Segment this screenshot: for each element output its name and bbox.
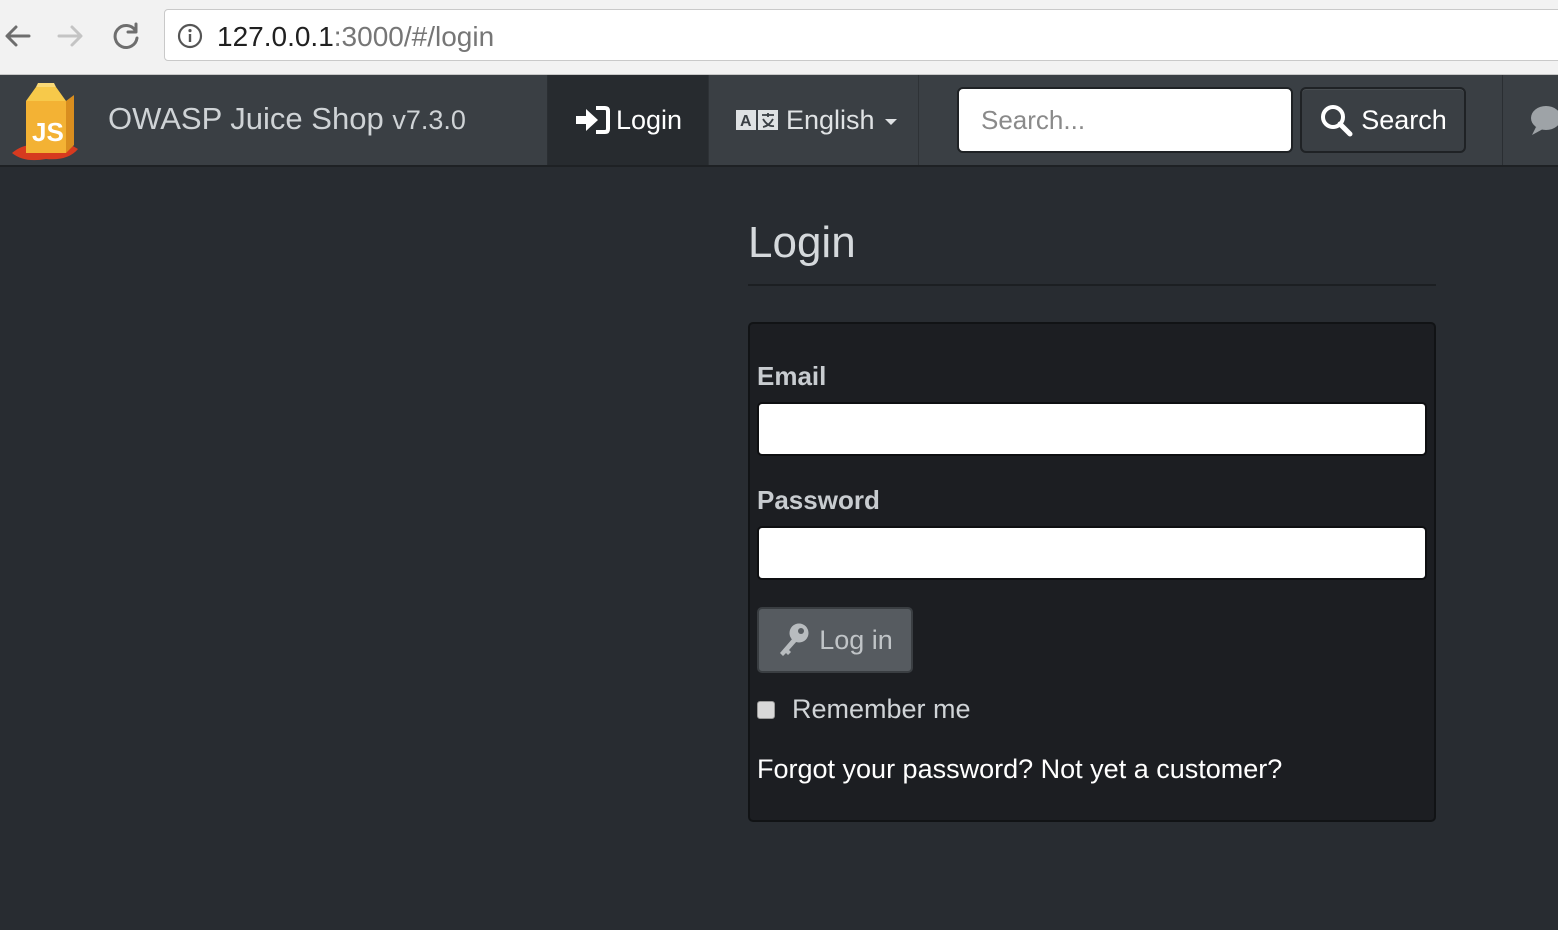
forward-arrow-icon[interactable] xyxy=(52,18,88,54)
language-label: English xyxy=(786,104,875,135)
app-navbar: JS OWASP Juice Shop v7.3.0 Login A Engli… xyxy=(0,75,1558,167)
search-icon xyxy=(1319,103,1353,137)
url-text: 127.0.0.1:3000/#/login xyxy=(217,21,494,53)
chat-icon[interactable] xyxy=(1530,105,1558,140)
page-title: Login xyxy=(748,218,856,267)
login-button-label: Log in xyxy=(819,624,893,655)
account-links: Forgot your password? Not yet a customer… xyxy=(757,754,1282,785)
nav-login-label: Login xyxy=(615,104,683,135)
forgot-password-link[interactable]: Forgot your password? xyxy=(757,754,1033,784)
brand-version: v7.3.0 xyxy=(392,105,466,135)
search-input[interactable] xyxy=(957,87,1293,153)
svg-text:JS: JS xyxy=(32,117,64,147)
sign-in-icon xyxy=(574,105,610,135)
brand-name: OWASP Juice Shop xyxy=(108,101,384,136)
password-field[interactable] xyxy=(757,526,1427,580)
address-bar[interactable]: 127.0.0.1:3000/#/login xyxy=(164,9,1558,61)
url-path: :3000/#/login xyxy=(333,21,495,52)
login-form-panel: Email Password Log in Remember me Forgot… xyxy=(748,322,1436,822)
caret-down-icon xyxy=(884,119,897,125)
email-label: Email xyxy=(757,361,827,391)
svg-text:A: A xyxy=(740,113,752,130)
brand-title[interactable]: OWASP Juice Shop v7.3.0 xyxy=(108,101,466,137)
back-arrow-icon[interactable] xyxy=(0,18,36,54)
info-icon[interactable] xyxy=(177,23,203,54)
password-label: Password xyxy=(757,485,880,515)
remember-me-label[interactable]: Remember me xyxy=(792,694,971,725)
remember-me-checkbox[interactable] xyxy=(757,700,775,719)
reload-icon[interactable] xyxy=(108,18,144,54)
nav-divider xyxy=(1502,75,1503,165)
nav-login-link[interactable]: Login xyxy=(547,75,708,165)
login-button[interactable]: Log in xyxy=(757,607,913,673)
title-divider xyxy=(748,284,1436,286)
search-button[interactable]: Search xyxy=(1300,87,1466,153)
url-host: 127.0.0.1 xyxy=(217,21,334,52)
register-link[interactable]: Not yet a customer? xyxy=(1041,754,1283,784)
search-button-label: Search xyxy=(1361,104,1447,135)
remember-me-row[interactable]: Remember me xyxy=(757,694,971,725)
email-field[interactable] xyxy=(757,402,1427,456)
language-icon: A xyxy=(736,109,778,131)
key-icon xyxy=(777,622,811,658)
language-dropdown[interactable]: A English xyxy=(708,75,919,165)
juice-box-logo[interactable]: JS xyxy=(8,83,82,161)
browser-toolbar: 127.0.0.1:3000/#/login xyxy=(0,0,1558,75)
